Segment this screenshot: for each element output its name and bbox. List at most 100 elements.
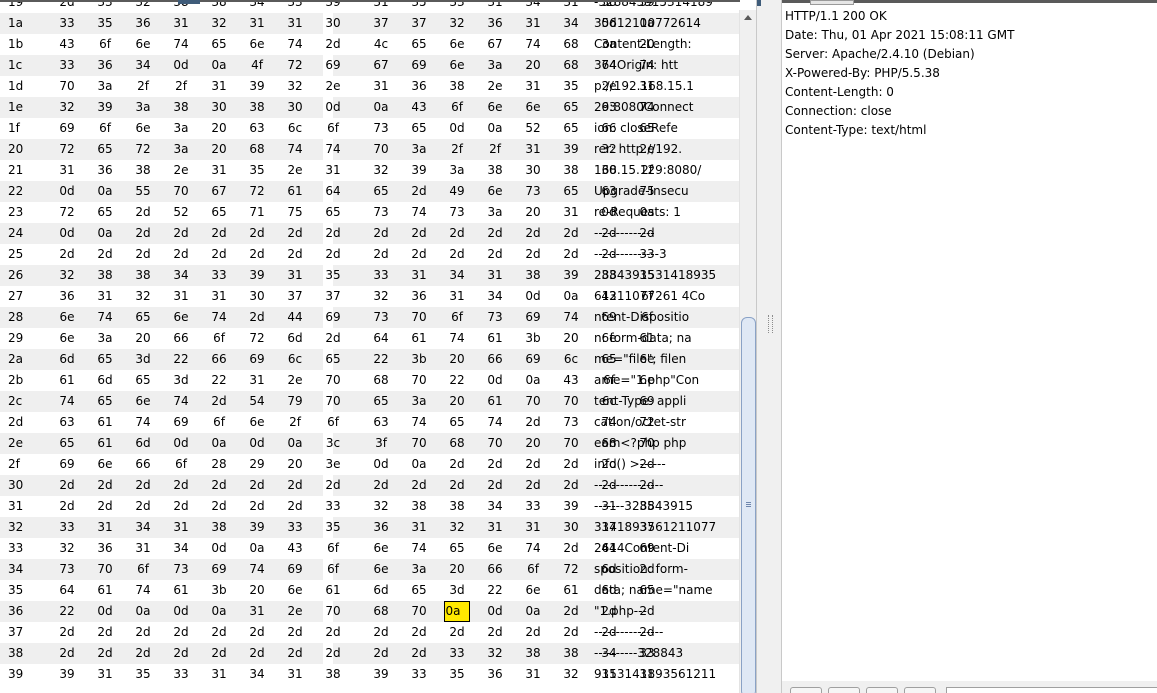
hex-byte-cell[interactable]: 6d — [90, 370, 120, 391]
hex-byte-cell[interactable]: 35 — [558, 76, 584, 97]
hex-byte-cell[interactable]: 2f — [482, 139, 508, 160]
hex-byte-cell[interactable]: 39 — [406, 160, 432, 181]
hex-byte-cell[interactable]: 2d — [406, 622, 432, 643]
response-header-line[interactable]: Connection: close — [785, 102, 1014, 121]
hex-byte-cell[interactable]: 6f — [318, 559, 348, 580]
hex-byte-cell[interactable]: 32 — [204, 13, 234, 34]
hex-byte-cell[interactable]: 31 — [558, 202, 584, 223]
hex-byte-cell[interactable]: 61 — [166, 580, 196, 601]
hex-byte-cell[interactable]: 3a — [482, 202, 508, 223]
hex-byte-cell[interactable]: 66 — [128, 454, 158, 475]
hex-byte-cell[interactable]: 6e — [520, 97, 546, 118]
hex-byte-cell[interactable]: 2d — [444, 223, 470, 244]
hex-byte-cell[interactable]: 32 — [52, 97, 82, 118]
hex-byte-cell[interactable]: 65 — [444, 412, 470, 433]
hex-byte-cell[interactable]: 2d — [444, 454, 470, 475]
hex-byte-cell[interactable]: 6e — [242, 412, 272, 433]
hex-byte-cell[interactable]: 33 — [280, 517, 310, 538]
hex-byte-cell[interactable]: 31 — [520, 517, 546, 538]
hex-byte-cell[interactable]: 2d — [242, 307, 272, 328]
hex-byte-cell[interactable]: 6e — [166, 307, 196, 328]
hex-row-ascii[interactable]: -------328843915 — [594, 496, 693, 517]
hex-row[interactable]: 28 6e 74 65 6e 74 2d 44 69 73 70 6f 73 69 74 69 6f ntent-… — [0, 307, 740, 328]
hex-byte-cell[interactable]: 2d — [166, 496, 196, 517]
hex-byte-cell[interactable]: 2d — [318, 328, 348, 349]
hex-byte-cell[interactable]: 22 — [444, 370, 470, 391]
hex-byte-cell[interactable]: 2d — [166, 244, 196, 265]
hex-byte-cell[interactable]: 2d — [204, 244, 234, 265]
hex-byte-cell[interactable]: 61 — [52, 370, 82, 391]
hex-byte-cell[interactable]: 32 — [482, 643, 508, 664]
search-add-button[interactable] — [866, 687, 898, 693]
hex-row-ascii[interactable]: 9153141893561211 — [594, 664, 716, 685]
hex-byte-cell[interactable]: 6f — [90, 118, 120, 139]
hex-byte-cell[interactable]: 74 — [520, 538, 546, 559]
hex-byte-cell[interactable]: 2d — [558, 538, 584, 559]
hex-byte-cell[interactable]: 0a — [204, 55, 234, 76]
hex-byte-cell[interactable]: 33 — [318, 496, 348, 517]
hex-byte-cell[interactable]: 34 — [128, 55, 158, 76]
hex-byte-cell[interactable]: 32 — [128, 286, 158, 307]
hex-byte-cell[interactable]: 38 — [204, 517, 234, 538]
hex-byte-cell[interactable]: 37 — [368, 13, 394, 34]
hex-byte-cell[interactable]: 69 — [280, 559, 310, 580]
hex-byte-cell[interactable]: 2d — [242, 622, 272, 643]
hex-byte-cell[interactable]: 0d — [166, 55, 196, 76]
hex-byte-cell[interactable]: 20 — [558, 328, 584, 349]
hex-byte-cell[interactable]: 68 — [558, 55, 584, 76]
search-next-button[interactable] — [904, 687, 936, 693]
hex-byte-cell[interactable]: 0a — [482, 118, 508, 139]
hex-byte-cell[interactable]: 75 — [280, 202, 310, 223]
hex-byte-cell[interactable]: 6f — [128, 559, 158, 580]
hex-byte-cell[interactable]: 73 — [368, 118, 394, 139]
hex-byte-cell[interactable]: 74 — [520, 34, 546, 55]
hex-byte-cell[interactable]: 2d — [128, 244, 158, 265]
hex-byte-cell[interactable]: 73 — [482, 307, 508, 328]
hex-byte-cell[interactable]: 39 — [558, 496, 584, 517]
hex-byte-cell[interactable]: 0a — [520, 370, 546, 391]
hex-byte-cell[interactable]: 2d — [406, 223, 432, 244]
hex-byte-cell[interactable]: 68 — [368, 370, 394, 391]
hex-byte-cell[interactable]: 0d — [482, 601, 508, 622]
hex-byte-cell[interactable]: 34 — [482, 286, 508, 307]
hex-byte-cell[interactable]: 31 — [204, 76, 234, 97]
hex-row[interactable]: 39 39 31 35 33 31 34 31 38 39 33 35 36 31 32 31 31 915314… — [0, 664, 740, 685]
hex-row-ascii[interactable]: cation/octet-str — [594, 412, 686, 433]
hex-row[interactable]: 1a 33 35 36 31 32 31 31 30 37 37 32 36 31 34 0d 0a 356121… — [0, 13, 740, 34]
response-pane[interactable]: HTTP/1.1 200 OK Date: Thu, 01 Apr 2021 15… — [782, 0, 1157, 693]
hex-byte-cell[interactable]: 73 — [166, 559, 196, 580]
hex-byte-cell[interactable]: 30 — [558, 517, 584, 538]
hex-row[interactable]: 2a 6d 65 3d 22 66 69 6c 65 22 3b 20 66 69 6c 65 6e me="fi… — [0, 349, 740, 370]
hex-byte-cell[interactable]: 2d — [280, 496, 310, 517]
hex-byte-cell[interactable]: 74 — [204, 307, 234, 328]
hex-byte-cell[interactable]: 35 — [444, 664, 470, 685]
hex-byte-cell[interactable]: 31 — [128, 538, 158, 559]
hex-row[interactable]: 2f 69 6e 66 6f 28 29 20 3e 0d 0a 2d 2d 2d 2d 2d 2d info()… — [0, 454, 740, 475]
hex-byte-cell[interactable]: 2d — [558, 601, 584, 622]
hex-row[interactable]: 1e 32 39 3a 38 30 38 30 0d 0a 43 6f 6e 6e 65 63 74 29:808… — [0, 97, 740, 118]
hex-byte-cell[interactable]: 2d — [368, 244, 394, 265]
hex-byte-cell[interactable]: 31 — [204, 160, 234, 181]
hex-byte-cell[interactable]: 2d — [520, 412, 546, 433]
hex-byte-cell[interactable]: 3a — [166, 118, 196, 139]
hex-row-ascii[interactable]: 168.15.129:8080/ — [594, 160, 701, 181]
hex-byte-cell[interactable]: 3a — [90, 328, 120, 349]
scroll-up-arrow-icon[interactable] — [740, 10, 756, 27]
hex-byte-cell[interactable]: 31 — [166, 13, 196, 34]
hex-row[interactable]: 36 22 0d 0a 0d 0a 31 2e 70 68 70 0a 0d 0a 2d 2d 2d "1.php… — [0, 601, 740, 622]
hex-row-ascii[interactable]: 29:8080Connect — [594, 97, 693, 118]
hex-row-ascii[interactable]: info() >------ — [594, 454, 666, 475]
hex-byte-cell[interactable]: 3a — [166, 139, 196, 160]
hex-byte-cell[interactable]: 67 — [482, 34, 508, 55]
hex-byte-cell[interactable]: 6e — [482, 97, 508, 118]
hex-byte-cell[interactable]: 32 — [368, 496, 394, 517]
hex-byte-cell[interactable]: 2d — [482, 622, 508, 643]
hex-byte-cell[interactable]: 2f — [444, 139, 470, 160]
hex-byte-cell[interactable]: 72 — [52, 139, 82, 160]
hex-byte-cell[interactable]: 33 — [166, 664, 196, 685]
hex-byte-cell[interactable]: 31 — [166, 286, 196, 307]
hex-byte-cell[interactable]: 2d — [128, 202, 158, 223]
hex-byte-cell[interactable]: 6c — [558, 349, 584, 370]
hex-byte-cell[interactable]: 2d — [90, 643, 120, 664]
hex-row[interactable]: 29 6e 3a 20 66 6f 72 6d 2d 64 61 74 61 3b 20 6e 61 n: for… — [0, 328, 740, 349]
